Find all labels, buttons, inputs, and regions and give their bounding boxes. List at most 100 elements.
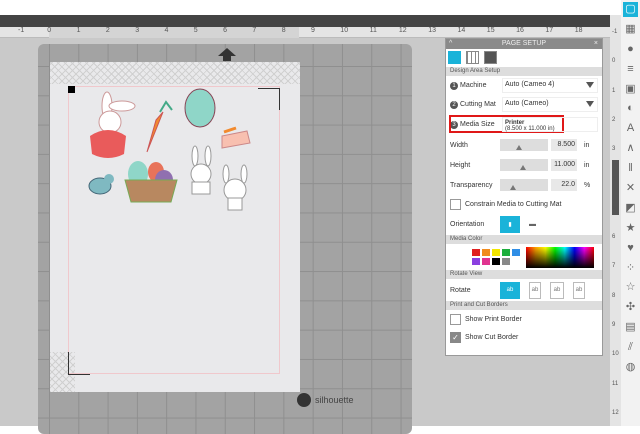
globe-icon[interactable]: ◍ — [623, 360, 638, 375]
color-swatch[interactable] — [502, 258, 510, 265]
media-size-select[interactable]: Printer (8.500 x 11.000 in) — [502, 117, 598, 132]
ruler-tick: 5 — [612, 204, 616, 211]
tab-grid[interactable] — [466, 51, 479, 64]
bunny-sitting[interactable] — [222, 164, 248, 211]
width-slider[interactable] — [500, 139, 548, 151]
rotate-270-button[interactable]: ab — [573, 281, 585, 299]
color-swatch[interactable] — [492, 249, 500, 256]
right-toolbar: ▢ ▦ ● ≡ ▣ ◐ A ∧ ‖ ✕ ◩ ★ ♥ ⁘ ☆ ✣ ▤ ⫽ ◍ — [621, 0, 640, 426]
media-page — [50, 62, 300, 392]
ruler-tick: 1 — [612, 87, 616, 94]
section-media-color: Media Color — [446, 235, 602, 244]
ruler-tick: 7 — [252, 27, 257, 34]
color-swatch[interactable] — [502, 249, 510, 256]
section-borders: Print and Cut Borders — [446, 301, 602, 310]
portrait-button[interactable]: ▮ — [500, 215, 520, 233]
cutting-mat-select[interactable]: Auto (Cameo) — [502, 97, 598, 112]
tab-page-setup[interactable] — [448, 51, 461, 64]
ruler-tick: 13 — [428, 27, 436, 34]
cutting-mat-label: Cutting Mat — [460, 100, 496, 108]
machine-label: Machine — [460, 81, 487, 89]
collapse-icon[interactable]: ^ — [449, 39, 452, 49]
text-icon[interactable]: A — [623, 121, 638, 136]
ruler-tick: 6 — [612, 234, 616, 241]
line-style-icon[interactable]: ≡ — [623, 62, 638, 77]
ruler-tick: 6 — [223, 27, 227, 34]
rotate-180-button[interactable]: ab — [550, 281, 564, 299]
contrast-icon[interactable]: ◐ — [623, 101, 638, 116]
align-icon[interactable]: ‖ — [623, 161, 638, 176]
sketch-icon[interactable]: ∧ — [623, 141, 638, 156]
star-outline-icon[interactable]: ☆ — [623, 280, 638, 295]
ruler-tick: 2 — [105, 27, 110, 34]
offset-icon[interactable]: ♥ — [623, 241, 638, 256]
carrot-cake[interactable] — [221, 126, 251, 149]
knife-icon[interactable]: ✕ — [623, 181, 638, 196]
bunny-with-flower[interactable] — [190, 145, 212, 195]
color-swatch[interactable] — [472, 249, 480, 256]
color-swatch[interactable] — [512, 258, 520, 265]
rotate-90-button[interactable]: ab — [529, 281, 541, 299]
color-swatch[interactable] — [492, 258, 500, 265]
height-slider[interactable] — [500, 159, 548, 171]
star-icon[interactable]: ★ — [623, 221, 638, 236]
easter-egg[interactable] — [184, 88, 216, 128]
bird[interactable] — [88, 174, 114, 195]
transparency-input[interactable]: 22.0 — [551, 179, 577, 191]
close-icon[interactable]: × — [594, 39, 598, 49]
ruler-tick: 14 — [457, 27, 466, 34]
show-print-border-checkbox[interactable] — [450, 313, 461, 325]
machine-select[interactable]: Auto (Cameo 4) — [502, 78, 598, 93]
color-swatch[interactable] — [472, 258, 480, 265]
ruler-tick: 5 — [193, 27, 198, 34]
constrain-checkbox[interactable] — [450, 198, 461, 210]
modify-icon[interactable]: ◩ — [623, 201, 638, 216]
dots-icon[interactable]: ⁘ — [623, 261, 638, 276]
ruler-tick: 1 — [76, 27, 81, 34]
color-swatch[interactable] — [482, 258, 490, 265]
ruler-tick: 7 — [612, 263, 616, 270]
color-swatch[interactable] — [512, 249, 520, 256]
fill-icon[interactable]: ● — [623, 42, 638, 57]
color-spectrum[interactable] — [526, 246, 594, 268]
horizontal-ruler: -1 0 1 2 3 4 5 6 7 8 9 10 11 12 13 14 15 16 17 18 — [0, 27, 610, 38]
ruler-tick: 3 — [135, 27, 140, 34]
chevron-down-icon — [586, 82, 594, 88]
ruler-tick: 9 — [612, 322, 616, 328]
ruler-tick: 12 — [612, 409, 619, 416]
transparency-slider[interactable] — [500, 179, 548, 191]
ruler-tick: 8 — [281, 27, 286, 34]
rotate-label: Rotate — [450, 286, 471, 294]
landscape-button[interactable]: ▬ — [529, 221, 536, 228]
ruler-tick: -1 — [612, 29, 618, 35]
ruler-tick: 15 — [486, 27, 495, 34]
show-print-border-label: Show Print Border — [465, 315, 522, 323]
easter-clipart[interactable] — [50, 62, 300, 222]
brand-text: silhouette — [315, 395, 354, 405]
bunny-in-egg[interactable] — [90, 91, 136, 158]
ruler-tick: 12 — [398, 27, 407, 34]
width-input[interactable]: 8.500 — [551, 139, 577, 151]
tab-background[interactable] — [484, 51, 497, 64]
height-input[interactable]: 11.000 — [551, 159, 577, 171]
panel-title: PAGE SETUP — [501, 40, 547, 47]
ruler-tick: 10 — [340, 27, 349, 34]
section-design-area: Design Area Setup — [446, 67, 602, 76]
puzzle-icon[interactable]: ✣ — [623, 300, 638, 315]
color-swatch[interactable] — [482, 249, 490, 256]
page-setup-icon[interactable]: ▢ — [623, 2, 638, 17]
rotate-0-button[interactable]: ab — [500, 281, 520, 299]
orientation-label: Orientation — [450, 220, 485, 228]
ruler-tick: 2 — [612, 116, 616, 123]
image-effects-icon[interactable]: ▣ — [623, 82, 638, 97]
height-label: Height — [450, 161, 471, 169]
egg-basket[interactable] — [124, 161, 178, 203]
silhouette-logo: silhouette — [297, 393, 354, 407]
ruler-tick: 0 — [47, 27, 52, 34]
pixscan-icon[interactable]: ▦ — [623, 22, 638, 37]
weld-icon[interactable]: ⫽ — [623, 340, 638, 355]
library-icon[interactable]: ▤ — [623, 320, 638, 335]
show-cut-border-checkbox[interactable]: ✓ — [450, 331, 461, 343]
carrot[interactable] — [146, 100, 173, 153]
color-swatches[interactable] — [472, 249, 520, 265]
